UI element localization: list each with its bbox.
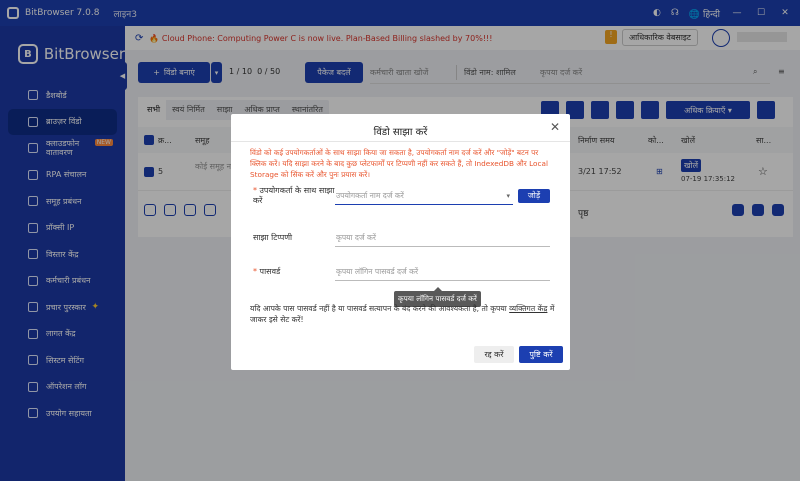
chevron-down-icon: ▾ xyxy=(506,192,510,200)
dialog-title: विंडो साझा करें xyxy=(373,127,428,138)
password-field-label: * पासवर्ड xyxy=(253,267,281,276)
password-label-text: पासवर्ड xyxy=(259,267,281,276)
user-placeholder: उपयोगकर्ता नाम दर्ज करें xyxy=(336,191,404,200)
add-user-button[interactable]: जोड़ें xyxy=(518,189,550,203)
password-hint: यदि आपके पास पासवर्ड नहीं है या पासवर्ड … xyxy=(250,303,555,325)
user-label-text: उपयोगकर्ता के साथ साझा करें xyxy=(253,186,335,205)
confirm-button[interactable]: पुष्टि करें xyxy=(519,346,563,363)
hint-text-a: यदि आपके पास पासवर्ड नहीं है या पासवर्ड … xyxy=(250,304,507,313)
user-field-label: * उपयोगकर्ता के साथ साझा करें xyxy=(253,186,335,205)
note-field-label: साझा टिप्पणी xyxy=(253,233,293,242)
personal-center-link[interactable]: व्यक्तिगत केंद्र xyxy=(509,304,547,313)
note-input[interactable]: कृपया दर्ज करें xyxy=(335,230,550,247)
password-input[interactable]: कृपया लॉगिन पासवर्ड दर्ज करें xyxy=(335,264,550,281)
share-warning: विंडो को कई उपयोगकर्ताओं के साथ साझा किय… xyxy=(250,148,548,179)
cancel-button[interactable]: रद्द करें xyxy=(474,346,514,363)
divider xyxy=(231,141,570,142)
share-window-dialog: विंडो साझा करें ✕ विंडो को कई उपयोगकर्ता… xyxy=(231,114,570,370)
close-icon[interactable]: ✕ xyxy=(550,120,560,134)
user-select-input[interactable]: उपयोगकर्ता नाम दर्ज करें ▾ xyxy=(335,188,513,205)
